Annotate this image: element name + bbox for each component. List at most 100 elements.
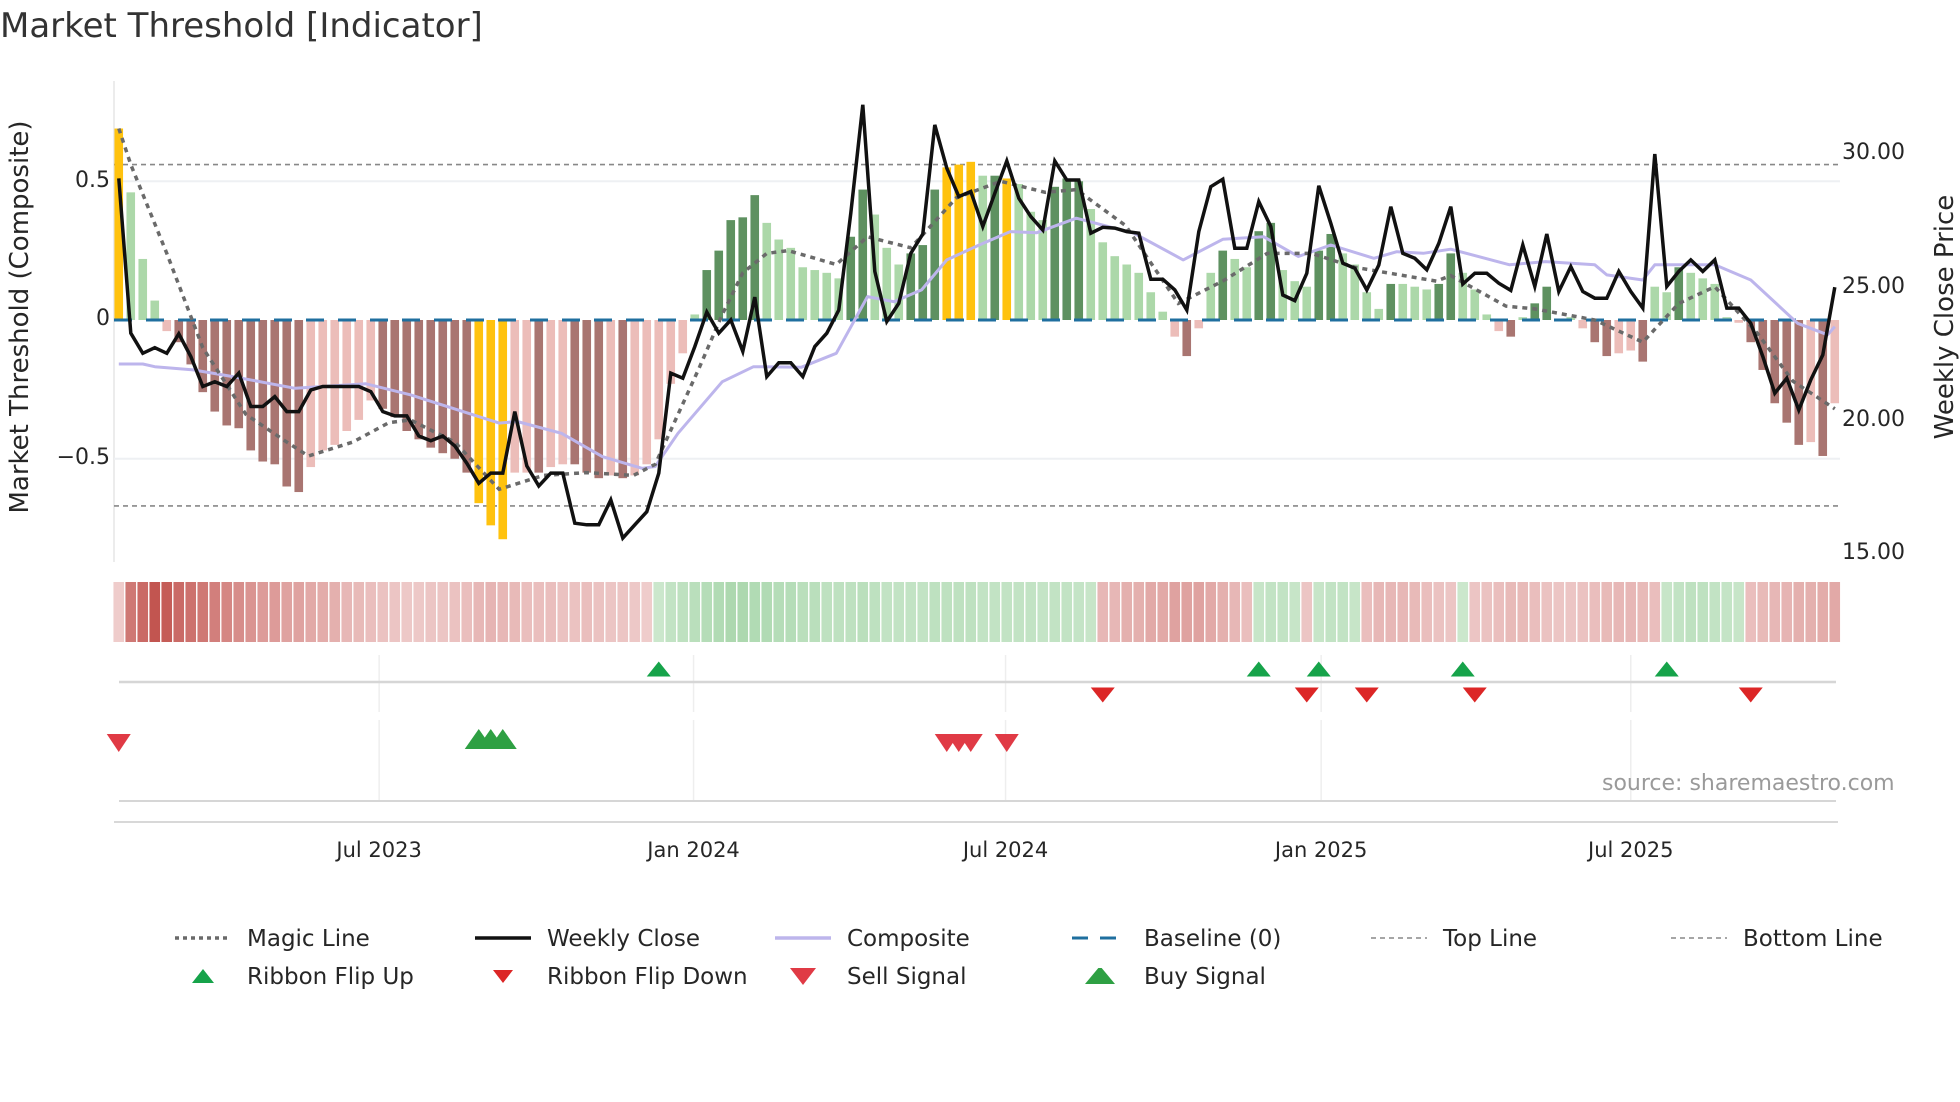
composite-bar xyxy=(930,189,940,320)
composite-bar xyxy=(654,320,664,440)
ribbon-cell xyxy=(125,582,137,642)
composite-bar xyxy=(1302,286,1312,320)
composite-bar xyxy=(822,272,832,320)
ribbon-cell xyxy=(1121,582,1133,642)
composite-bar xyxy=(1434,283,1444,320)
ribbon-cell xyxy=(893,582,905,642)
legend-item: Sell Signal xyxy=(775,964,967,990)
composite-bar xyxy=(246,320,256,451)
ribbon-cell xyxy=(1589,582,1601,642)
chart-title: Market Threshold [Indicator] xyxy=(0,6,483,46)
composite-bar xyxy=(1230,258,1240,320)
ribbon-cell xyxy=(905,582,917,642)
ribbon-cell xyxy=(1673,582,1685,642)
ribbon-cell xyxy=(1325,582,1337,642)
ribbon-cell xyxy=(749,582,761,642)
source-watermark: source: sharemaestro.com xyxy=(1602,771,1895,796)
ribbon-cell xyxy=(1601,582,1613,642)
ribbon-cell xyxy=(1697,582,1709,642)
composite-bar xyxy=(1254,231,1264,320)
legend-item: Weekly Close xyxy=(475,926,700,952)
ribbon-cell xyxy=(809,582,821,642)
legend-label: Ribbon Flip Up xyxy=(247,964,414,990)
ribbon-cell xyxy=(1181,582,1193,642)
ribbon-flip-down-marker xyxy=(1738,687,1763,703)
composite-bar xyxy=(1170,320,1180,337)
ribbon-cell xyxy=(425,582,437,642)
ribbon-cell xyxy=(821,582,833,642)
ribbon-cell xyxy=(965,582,977,642)
composite-bar xyxy=(1410,286,1420,320)
legend-thin-dashed-line-icon xyxy=(1671,937,1727,939)
legend-label: Sell Signal xyxy=(847,964,967,990)
ribbon-cell xyxy=(509,582,521,642)
composite-bar xyxy=(534,320,544,473)
legend-label: Weekly Close xyxy=(547,926,700,952)
ribbon-cell xyxy=(581,582,593,642)
ribbon-cell xyxy=(1781,582,1793,642)
ribbon-cell xyxy=(629,582,641,642)
ribbon-cell xyxy=(833,582,845,642)
composite-bar xyxy=(1110,256,1120,320)
ribbon-cell xyxy=(1805,582,1817,642)
x-tick-label: Jul 2025 xyxy=(1588,838,1674,862)
composite-bar xyxy=(738,217,748,320)
ribbon-cell xyxy=(1049,582,1061,642)
legend-label: Buy Signal xyxy=(1144,964,1266,990)
ribbon-cell xyxy=(1565,582,1577,642)
composite-bar xyxy=(714,250,724,320)
ribbon-cell xyxy=(1733,582,1745,642)
left-tick-label: −0.5 xyxy=(56,445,110,470)
ribbon-cell xyxy=(1229,582,1241,642)
composite-bar xyxy=(1182,320,1192,357)
ribbon-cell xyxy=(1433,582,1445,642)
ribbon-flip-down-marker xyxy=(1294,687,1319,703)
ribbon-cell xyxy=(1097,582,1109,642)
ribbon-flip-up-marker xyxy=(1450,661,1475,677)
ribbon-cell xyxy=(593,582,605,642)
ribbon-cell xyxy=(1385,582,1397,642)
ribbon-cell xyxy=(281,582,293,642)
ribbon-cell xyxy=(1553,582,1565,642)
ribbon-cell xyxy=(845,582,857,642)
composite-bar xyxy=(1446,253,1456,320)
ribbon-cell xyxy=(1577,582,1589,642)
legend-item: Magic Line xyxy=(175,926,370,952)
legend-item: Ribbon Flip Down xyxy=(475,964,748,990)
ribbon-cell xyxy=(293,582,305,642)
legend-item: Ribbon Flip Up xyxy=(175,964,414,990)
composite-bar xyxy=(1578,320,1588,329)
composite-bar xyxy=(510,320,520,473)
ribbon-cell xyxy=(173,582,185,642)
ribbon-cell xyxy=(1529,582,1541,642)
ribbon-cell xyxy=(1145,582,1157,642)
ribbon-cell xyxy=(785,582,797,642)
legend-item: Bottom Line xyxy=(1671,926,1883,952)
ribbon-cell xyxy=(653,582,665,642)
ribbon-cell xyxy=(1409,582,1421,642)
composite-bar xyxy=(1530,303,1540,320)
ribbon-cell xyxy=(1481,582,1493,642)
x-tick-label: Jan 2024 xyxy=(647,838,740,862)
x-tick-label: Jul 2023 xyxy=(336,838,422,862)
legend-label: Magic Line xyxy=(247,926,370,952)
ribbon-cell xyxy=(689,582,701,642)
composite-bar xyxy=(1218,250,1228,320)
composite-bar xyxy=(726,220,736,320)
ribbon-flip-up-marker xyxy=(646,661,671,677)
ribbon-cell xyxy=(1289,582,1301,642)
ribbon-cell xyxy=(389,582,401,642)
legend-solid-line-icon xyxy=(475,936,531,940)
ribbon-cell xyxy=(1337,582,1349,642)
ribbon-cell xyxy=(1817,582,1829,642)
ribbon-cell xyxy=(929,582,941,642)
ribbon-cell xyxy=(941,582,953,642)
ribbon-cell xyxy=(1373,582,1385,642)
ribbon-cell xyxy=(473,582,485,642)
ribbon-cell xyxy=(1649,582,1661,642)
right-axis-title: Weekly Close Price xyxy=(1930,194,1960,440)
ribbon-cell xyxy=(197,582,209,642)
ribbon-cell xyxy=(1073,582,1085,642)
composite-bar xyxy=(810,270,820,320)
ribbon-cell xyxy=(149,582,161,642)
